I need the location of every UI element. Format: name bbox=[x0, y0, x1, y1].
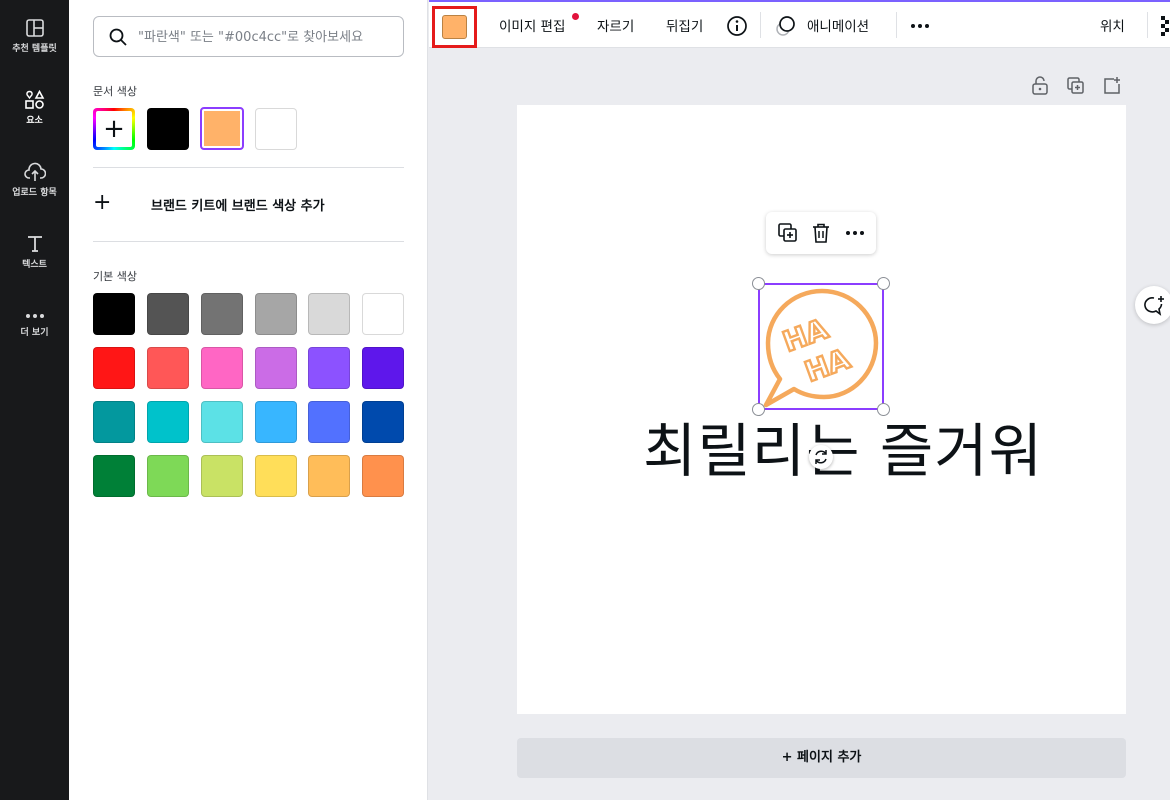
duplicate-page-icon[interactable] bbox=[1066, 76, 1086, 96]
more-icon bbox=[25, 314, 44, 318]
add-comment-button[interactable] bbox=[1135, 286, 1170, 324]
document-color-swatch-selected[interactable] bbox=[200, 107, 244, 150]
text-color-button[interactable] bbox=[432, 6, 477, 48]
default-color-swatch[interactable] bbox=[362, 401, 404, 443]
default-color-swatch[interactable] bbox=[201, 347, 243, 389]
default-color-swatch[interactable] bbox=[255, 401, 297, 443]
document-color-swatch[interactable] bbox=[255, 108, 297, 150]
lock-icon[interactable] bbox=[1031, 76, 1049, 96]
default-colors-title: 기본 색상 bbox=[93, 270, 137, 283]
animate-icon bbox=[776, 16, 795, 36]
edit-image-button[interactable]: 이미지 편집 bbox=[499, 15, 565, 35]
editor-toolbar: 이미지 편집 자르기 뒤집기 애니메이션 위치 bbox=[429, 0, 1170, 48]
default-color-swatch[interactable] bbox=[147, 401, 189, 443]
sidebar-item-more[interactable]: 더 보기 bbox=[0, 310, 69, 338]
sidebar-item-elements[interactable]: 요소 bbox=[0, 90, 69, 126]
resize-handle[interactable] bbox=[877, 277, 890, 290]
notification-dot bbox=[572, 13, 579, 20]
canvas-text-element[interactable]: 최릴리는 즐거워 bbox=[643, 404, 1043, 488]
crop-button[interactable]: 자르기 bbox=[597, 15, 634, 35]
default-color-swatch[interactable] bbox=[362, 293, 404, 335]
default-color-swatch[interactable] bbox=[201, 455, 243, 497]
color-search-input[interactable] bbox=[138, 27, 398, 47]
flip-button[interactable]: 뒤집기 bbox=[666, 15, 703, 35]
resize-handle[interactable] bbox=[877, 403, 890, 416]
default-color-swatch[interactable] bbox=[201, 401, 243, 443]
default-color-swatch[interactable] bbox=[255, 347, 297, 389]
default-color-swatch[interactable] bbox=[93, 401, 135, 443]
document-colors-title: 문서 색상 bbox=[93, 85, 137, 98]
color-search-box bbox=[93, 16, 404, 57]
more-options-icon[interactable] bbox=[845, 229, 865, 237]
plus-icon: + bbox=[93, 190, 112, 215]
default-color-swatch[interactable] bbox=[255, 455, 297, 497]
default-color-swatch[interactable] bbox=[93, 347, 135, 389]
sidebar-item-templates[interactable]: 추천 템플릿 bbox=[0, 18, 69, 54]
cloud-upload-icon bbox=[23, 162, 46, 181]
shapes-icon bbox=[24, 90, 44, 109]
default-color-swatch[interactable] bbox=[147, 347, 189, 389]
toolbar-separator bbox=[760, 12, 761, 38]
position-button[interactable]: 위치 bbox=[1100, 15, 1125, 35]
sidebar-item-label: 요소 bbox=[26, 116, 43, 126]
trash-icon[interactable] bbox=[811, 222, 831, 244]
toolbar-separator bbox=[896, 12, 897, 38]
current-color-swatch bbox=[442, 15, 467, 39]
sidebar-item-label: 더 보기 bbox=[20, 328, 49, 338]
default-color-swatch[interactable] bbox=[147, 293, 189, 335]
animate-button[interactable]: 애니메이션 bbox=[807, 15, 869, 35]
default-color-swatch[interactable] bbox=[308, 455, 350, 497]
text-icon bbox=[27, 236, 42, 252]
default-color-swatch[interactable] bbox=[308, 293, 350, 335]
rotate-handle[interactable] bbox=[809, 445, 833, 469]
default-color-swatch[interactable] bbox=[93, 293, 135, 335]
add-brand-color-button[interactable]: + 브랜드 키트에 브랜드 색상 추가 bbox=[93, 188, 404, 220]
left-rail: 추천 템플릿 요소 업로드 항목 텍스트 더 보기 bbox=[0, 0, 69, 800]
sidebar-item-uploads[interactable]: 업로드 항목 bbox=[0, 162, 69, 198]
default-color-swatch[interactable] bbox=[362, 347, 404, 389]
add-page-icon[interactable] bbox=[1102, 76, 1122, 96]
comment-add-icon bbox=[1144, 296, 1164, 316]
add-brand-color-label: 브랜드 키트에 브랜드 색상 추가 bbox=[151, 199, 325, 214]
default-color-swatch[interactable] bbox=[308, 401, 350, 443]
default-color-swatch[interactable] bbox=[201, 293, 243, 335]
layout-icon bbox=[25, 19, 44, 37]
add-page-button[interactable]: + 페이지 추가 bbox=[517, 738, 1126, 778]
default-color-swatch[interactable] bbox=[362, 455, 404, 497]
resize-handle[interactable] bbox=[752, 277, 765, 290]
default-color-swatch[interactable] bbox=[93, 455, 135, 497]
sidebar-item-label: 텍스트 bbox=[22, 260, 47, 270]
divider bbox=[93, 241, 404, 242]
sidebar-item-text[interactable]: 텍스트 bbox=[0, 234, 69, 270]
selected-sticker-element[interactable]: HA HA bbox=[758, 283, 884, 410]
haha-speech-bubble-sticker: HA HA bbox=[763, 288, 879, 408]
divider bbox=[93, 167, 404, 168]
resize-handle[interactable] bbox=[752, 403, 765, 416]
duplicate-icon[interactable] bbox=[777, 222, 799, 244]
toolbar-separator bbox=[1147, 12, 1148, 38]
search-icon bbox=[109, 28, 127, 46]
default-color-swatch[interactable] bbox=[255, 293, 297, 335]
default-color-swatch[interactable] bbox=[308, 347, 350, 389]
rotate-icon bbox=[815, 450, 827, 464]
document-color-swatch[interactable] bbox=[147, 108, 189, 150]
plus-icon: + bbox=[96, 111, 132, 147]
info-icon[interactable] bbox=[726, 15, 748, 37]
color-panel: 문서 색상 + + 브랜드 키트에 브랜드 색상 추가 기본 색상 bbox=[69, 0, 428, 800]
add-color-button[interactable]: + bbox=[93, 108, 135, 150]
sidebar-item-label: 업로드 항목 bbox=[12, 188, 57, 198]
default-color-swatch[interactable] bbox=[147, 455, 189, 497]
transparency-icon[interactable] bbox=[1161, 16, 1170, 36]
element-context-toolbar bbox=[766, 212, 876, 254]
more-options-icon[interactable] bbox=[910, 21, 932, 31]
sidebar-item-label: 추천 템플릿 bbox=[12, 44, 57, 54]
